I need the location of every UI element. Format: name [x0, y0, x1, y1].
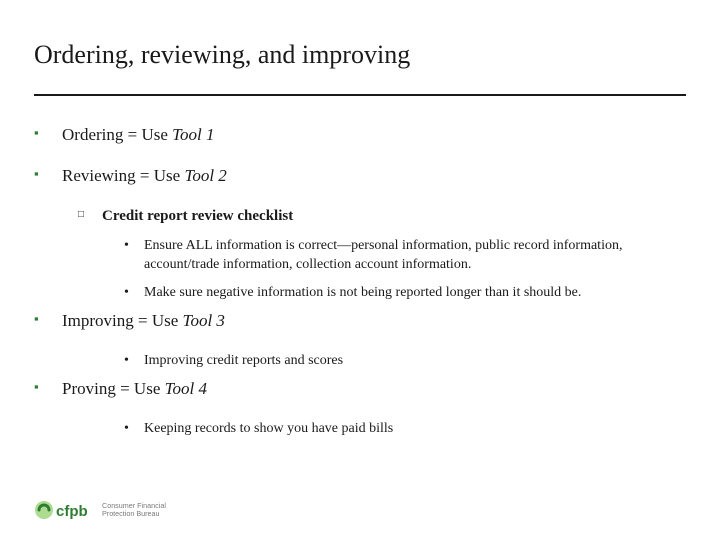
dot-bullet-icon: • — [124, 419, 144, 438]
hollow-square-icon: □ — [78, 206, 102, 226]
square-bullet-icon: ▪ — [34, 378, 62, 401]
dot-bullet-icon: • — [124, 283, 144, 302]
point-text: Improving credit reports and scores — [144, 351, 686, 370]
cfpb-logo: cfpb Consumer Financial Protection Burea… — [34, 498, 166, 522]
bullet-text: Proving = Use Tool 4 — [62, 378, 686, 401]
sub-bullet-checklist: □ Credit report review checklist — [78, 206, 686, 226]
square-bullet-icon: ▪ — [34, 310, 62, 333]
sub-bullet-text: Credit report review checklist — [102, 206, 686, 226]
bullet-prefix: Improving = Use — [62, 311, 183, 330]
square-bullet-icon: ▪ — [34, 165, 62, 188]
logo-caption: Consumer Financial Protection Bureau — [102, 502, 166, 519]
point-improving-reports: • Improving credit reports and scores — [124, 351, 686, 370]
slide-title: Ordering, reviewing, and improving — [34, 40, 686, 80]
bullet-text: Improving = Use Tool 3 — [62, 310, 686, 333]
dot-bullet-icon: • — [124, 236, 144, 275]
point-text: Ensure ALL information is correct—person… — [144, 236, 686, 275]
bullet-improving: ▪ Improving = Use Tool 3 — [34, 310, 686, 333]
bullet-ordering: ▪ Ordering = Use Tool 1 — [34, 124, 686, 147]
square-bullet-icon: ▪ — [34, 124, 62, 147]
logo-caption-line2: Protection Bureau — [102, 510, 166, 518]
title-rule — [34, 94, 686, 96]
bullet-tool: Tool 3 — [183, 311, 225, 330]
cfpb-logo-icon: cfpb — [34, 498, 94, 522]
bullet-reviewing: ▪ Reviewing = Use Tool 2 — [34, 165, 686, 188]
bullet-tool: Tool 1 — [172, 125, 214, 144]
bullet-prefix: Ordering = Use — [62, 125, 172, 144]
bullet-prefix: Reviewing = Use — [62, 166, 184, 185]
bullet-prefix: Proving = Use — [62, 379, 165, 398]
bullet-text: Reviewing = Use Tool 2 — [62, 165, 686, 188]
point-keeping-records: • Keeping records to show you have paid … — [124, 419, 686, 438]
bullet-tool: Tool 4 — [165, 379, 207, 398]
bullet-text: Ordering = Use Tool 1 — [62, 124, 686, 147]
slide: Ordering, reviewing, and improving ▪ Ord… — [0, 0, 720, 540]
dot-bullet-icon: • — [124, 351, 144, 370]
point-text: Make sure negative information is not be… — [144, 283, 686, 302]
point-ensure-correct: • Ensure ALL information is correct—pers… — [124, 236, 686, 275]
point-text: Keeping records to show you have paid bi… — [144, 419, 686, 438]
point-negative-info: • Make sure negative information is not … — [124, 283, 686, 302]
logo-letters: cfpb — [56, 503, 88, 520]
bullet-tool: Tool 2 — [184, 166, 226, 185]
bullet-proving: ▪ Proving = Use Tool 4 — [34, 378, 686, 401]
